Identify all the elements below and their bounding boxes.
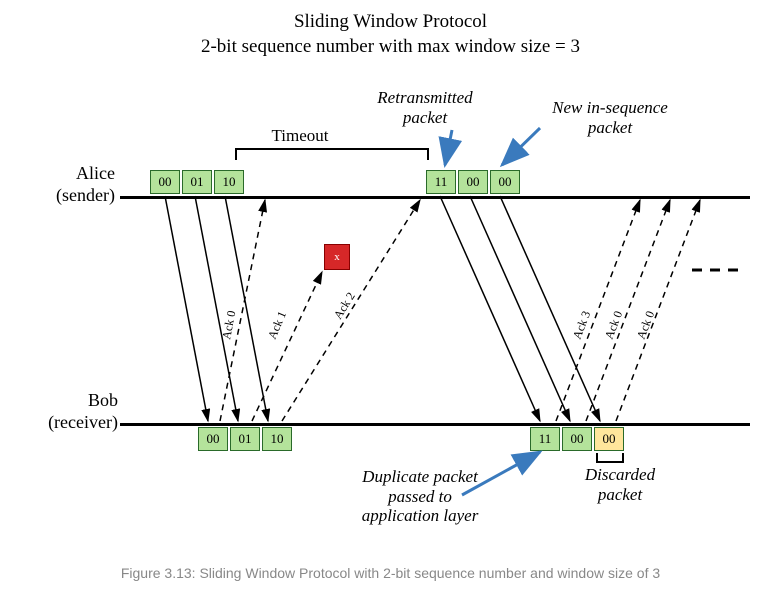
seq-cell: 00: [458, 170, 488, 194]
alice-timeline: [120, 196, 750, 199]
alice-window-1: 00 01 10: [150, 170, 246, 194]
seq-cell: 00: [150, 170, 180, 194]
seq-cell: 01: [230, 427, 260, 451]
seq-cell: 11: [530, 427, 560, 451]
diagram-title: Sliding Window Protocol 2-bit sequence n…: [0, 10, 781, 59]
alice-text: Alice (sender): [56, 163, 115, 205]
bob-window-2: 11 00 00: [530, 427, 626, 451]
retransmitted-text: Retransmitted packet: [377, 88, 472, 127]
ack-label: Ack 0: [634, 309, 657, 341]
bob-window-1: 00 01 10: [198, 427, 294, 451]
timeout-bracket: [235, 148, 429, 160]
title-line2: 2-bit sequence number with max window si…: [201, 36, 580, 57]
ack-label: Ack 1: [265, 309, 289, 341]
title-line1: Sliding Window Protocol: [294, 11, 487, 32]
seq-cell-discarded: 00: [594, 427, 624, 451]
bob-timeline: [120, 423, 750, 426]
discarded-text: Discarded packet: [585, 465, 655, 504]
new-in-seq-text: New in-sequence packet: [552, 98, 668, 137]
alice-label: Alice (sender): [35, 163, 115, 206]
ack-label: Ack 3: [570, 309, 593, 341]
ack-label: Ack 0: [219, 309, 238, 340]
timeout-label: Timeout: [255, 126, 345, 146]
seq-cell: 00: [490, 170, 520, 194]
lost-packet-icon: x: [324, 244, 350, 270]
new-in-seq-label: New in-sequence packet: [540, 98, 680, 137]
duplicate-label: Duplicate packet passed to application l…: [340, 467, 500, 526]
seq-cell: 01: [182, 170, 212, 194]
retransmitted-label: Retransmitted packet: [365, 88, 485, 127]
ack-label: Ack 0: [602, 309, 625, 341]
discarded-label: Discarded packet: [570, 465, 670, 504]
seq-cell: 00: [198, 427, 228, 451]
seq-cell: 10: [262, 427, 292, 451]
discarded-bracket: [596, 453, 624, 463]
duplicate-text: Duplicate packet passed to application l…: [362, 467, 479, 525]
x-text: x: [334, 251, 340, 263]
bob-label: Bob (receiver): [18, 390, 118, 433]
alice-window-2: 11 00 00: [426, 170, 522, 194]
seq-cell: 10: [214, 170, 244, 194]
timeout-text: Timeout: [271, 126, 328, 145]
seq-cell: 11: [426, 170, 456, 194]
ack-label: Ack 2: [331, 290, 358, 322]
bob-text: Bob (receiver): [48, 390, 118, 432]
seq-cell: 00: [562, 427, 592, 451]
